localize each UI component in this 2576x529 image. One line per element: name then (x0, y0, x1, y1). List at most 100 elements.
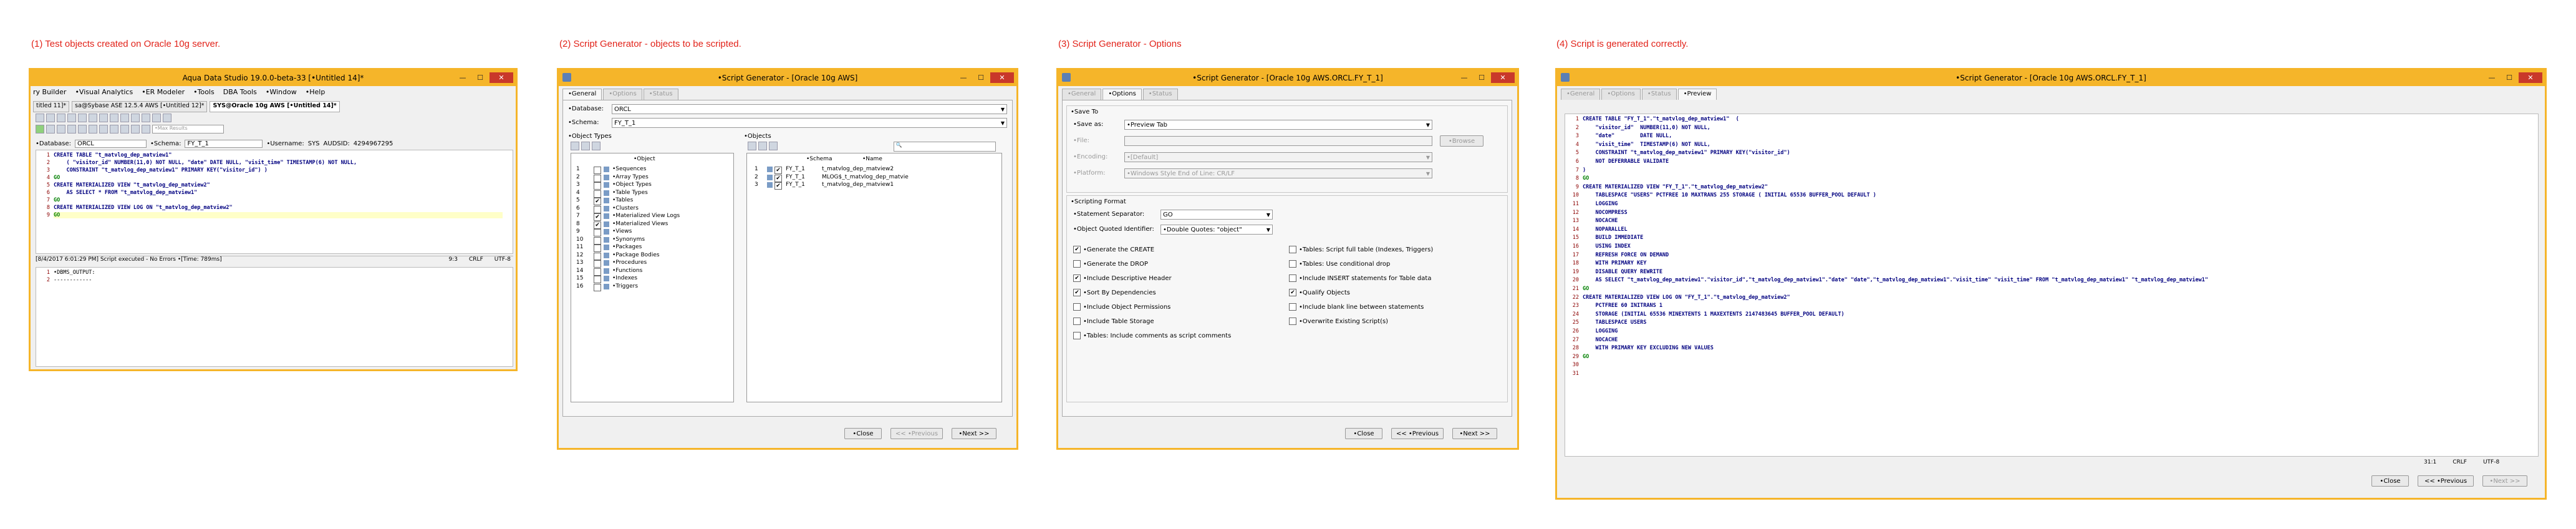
object-type-label[interactable]: •Synonyms (612, 236, 645, 243)
menu-dba-tools[interactable]: DBA Tools (223, 88, 257, 99)
menu-help[interactable]: •Help (306, 88, 326, 99)
quoted-identifier-select[interactable]: •Double Quotes: "object" ▼ (1160, 225, 1273, 235)
new-icon[interactable] (36, 114, 44, 122)
menu-visual-analytics[interactable]: •Visual Analytics (75, 88, 133, 99)
minimize-button[interactable]: — (2484, 72, 2500, 83)
objects-filter-input[interactable]: 🔍 (894, 142, 996, 152)
option-checkbox[interactable]: ✔ (1073, 274, 1081, 282)
option-checkbox[interactable] (1289, 260, 1296, 268)
object-name[interactable]: MLOG$_t_matvlog_dep_matvie (822, 174, 909, 180)
deselect-all-icon[interactable] (758, 142, 767, 150)
find-icon[interactable] (131, 114, 140, 122)
rollback-icon[interactable] (78, 125, 87, 133)
execute-current-icon[interactable] (46, 125, 55, 133)
option-row[interactable]: ✔ •Sort By Dependencies (1073, 289, 1156, 296)
object-type-label[interactable]: •Materialized Views (612, 221, 668, 227)
objects-list[interactable]: •Schema •Name ✔ 1 FY_T_1 t_matvlog_dep_matv… (746, 153, 1002, 402)
object-type-label[interactable]: •Materialized View Logs (612, 213, 680, 219)
object-name[interactable]: t_matvlog_dep_matview1 (822, 182, 894, 188)
tab-options[interactable]: •Options (1601, 89, 1641, 100)
grid-icon[interactable] (89, 125, 97, 133)
close-dialog-button[interactable]: •Close (844, 428, 882, 439)
option-checkbox[interactable] (1289, 303, 1296, 311)
menu-query-builder[interactable]: ry Builder (33, 88, 66, 99)
object-type-label[interactable]: •Indexes (612, 275, 637, 281)
database-select[interactable]: ORCL (74, 140, 147, 148)
object-type-label[interactable]: •Triggers (612, 283, 638, 289)
option-row[interactable]: ✔ •Generate the CREATE (1073, 246, 1154, 253)
save-as-select[interactable]: •Preview Tab ▼ (1124, 120, 1432, 130)
maximize-button[interactable]: ☐ (472, 72, 488, 83)
title-bar[interactable]: •Script Generator - [Oracle 10g AWS] — ☐ ✕ (559, 70, 1016, 86)
object-type-checkbox[interactable] (594, 252, 601, 260)
object-type-label[interactable]: •Object Types (612, 182, 652, 188)
option-row[interactable]: •Tables: Include comments as script comm… (1073, 332, 1231, 339)
close-button[interactable]: ✕ (490, 72, 513, 83)
maximize-button[interactable]: ☐ (973, 72, 989, 83)
max-results-input[interactable]: •Max Results (152, 125, 224, 133)
autocommit-icon[interactable] (131, 125, 140, 133)
object-type-checkbox[interactable] (594, 167, 601, 174)
sort-icon[interactable] (769, 142, 778, 150)
object-type-label[interactable]: •Packages (612, 244, 642, 250)
object-type-checkbox[interactable] (594, 236, 601, 245)
replace-icon[interactable] (142, 114, 150, 122)
option-checkbox[interactable] (1289, 274, 1296, 282)
doc-tab-untitled-11[interactable]: titled 11]* (33, 101, 70, 112)
object-name[interactable]: t_matvlog_dep_matview2 (822, 166, 894, 172)
deselect-all-icon[interactable] (581, 142, 590, 150)
stop-icon[interactable] (57, 125, 65, 133)
close-dialog-button[interactable]: •Close (1345, 428, 1382, 439)
option-checkbox[interactable]: ✔ (1073, 289, 1081, 296)
option-row[interactable]: •Generate the DROP (1073, 260, 1148, 268)
object-type-checkbox[interactable] (594, 276, 601, 283)
object-type-checkbox[interactable]: ✔ (594, 221, 601, 229)
minimize-button[interactable]: — (955, 72, 972, 83)
title-bar[interactable]: Aqua Data Studio 19.0.0-beta-33 [•Untitl… (31, 70, 516, 86)
schema-select[interactable]: FY_T_1 ▼ (612, 118, 1007, 128)
object-type-checkbox[interactable] (594, 283, 601, 291)
option-checkbox[interactable] (1289, 318, 1296, 325)
history-icon[interactable] (120, 125, 129, 133)
object-type-checkbox[interactable]: ✔ (594, 213, 601, 221)
object-checkbox[interactable]: ✔ (774, 174, 782, 182)
select-all-icon[interactable] (571, 142, 579, 150)
sql-editor[interactable]: 1 CREATE TABLE "t_matvlog_dep_matview1" 2… (36, 150, 513, 254)
option-row[interactable]: •Include blank line between statements (1289, 303, 1424, 311)
browse-button[interactable]: •Browse (1440, 135, 1483, 147)
object-type-label[interactable]: •Clusters (612, 205, 639, 211)
object-type-checkbox[interactable] (594, 245, 601, 252)
tab-status[interactable]: •Status (1641, 89, 1677, 100)
object-type-checkbox[interactable] (594, 205, 601, 213)
object-type-label[interactable]: •Tables (612, 197, 633, 203)
object-checkbox[interactable]: ✔ (774, 182, 782, 190)
output-panel[interactable]: 1 •DBMS_OUTPUT: 2 ------------ (36, 267, 513, 367)
option-row[interactable]: •Include Object Permissions (1073, 303, 1170, 311)
option-row[interactable]: ✔ •Include Descriptive Header (1073, 274, 1172, 282)
script-preview-editor[interactable]: 1 CREATE TABLE "FY_T_1"."t_matvlog_dep_ma… (1565, 114, 2539, 457)
object-type-label[interactable]: •Procedures (612, 260, 647, 266)
option-row[interactable]: •Include INSERT statements for Table dat… (1289, 274, 1431, 282)
tab-general[interactable]: •General (1062, 89, 1102, 100)
next-button[interactable]: •Next >> (1452, 428, 1497, 439)
next-button[interactable]: •Next >> (952, 428, 996, 439)
object-type-checkbox[interactable] (594, 174, 601, 182)
minimize-button[interactable]: — (1456, 72, 1472, 83)
tab-general[interactable]: •General (1561, 89, 1601, 100)
next-button[interactable]: •Next >> (2482, 475, 2527, 487)
option-row[interactable]: •Include Table Storage (1073, 318, 1154, 325)
object-type-checkbox[interactable] (594, 268, 601, 276)
tab-preview[interactable]: •Preview (1677, 89, 1717, 100)
option-row[interactable]: •Tables: Script full table (Indexes, Tri… (1289, 246, 1433, 253)
option-checkbox[interactable] (1073, 303, 1081, 311)
tab-options[interactable]: •Options (603, 89, 642, 100)
save-icon[interactable] (57, 114, 65, 122)
minimize-button[interactable]: — (455, 72, 471, 83)
menu-tools[interactable]: •Tools (193, 88, 215, 99)
option-checkbox[interactable]: ✔ (1073, 246, 1081, 253)
previous-button[interactable]: << •Previous (890, 428, 943, 439)
object-type-label[interactable]: •Package Bodies (612, 252, 660, 258)
close-dialog-button[interactable]: •Close (2371, 475, 2409, 487)
tab-general[interactable]: •General (562, 89, 602, 100)
option-row[interactable]: •Tables: Use conditional drop (1289, 260, 1390, 268)
